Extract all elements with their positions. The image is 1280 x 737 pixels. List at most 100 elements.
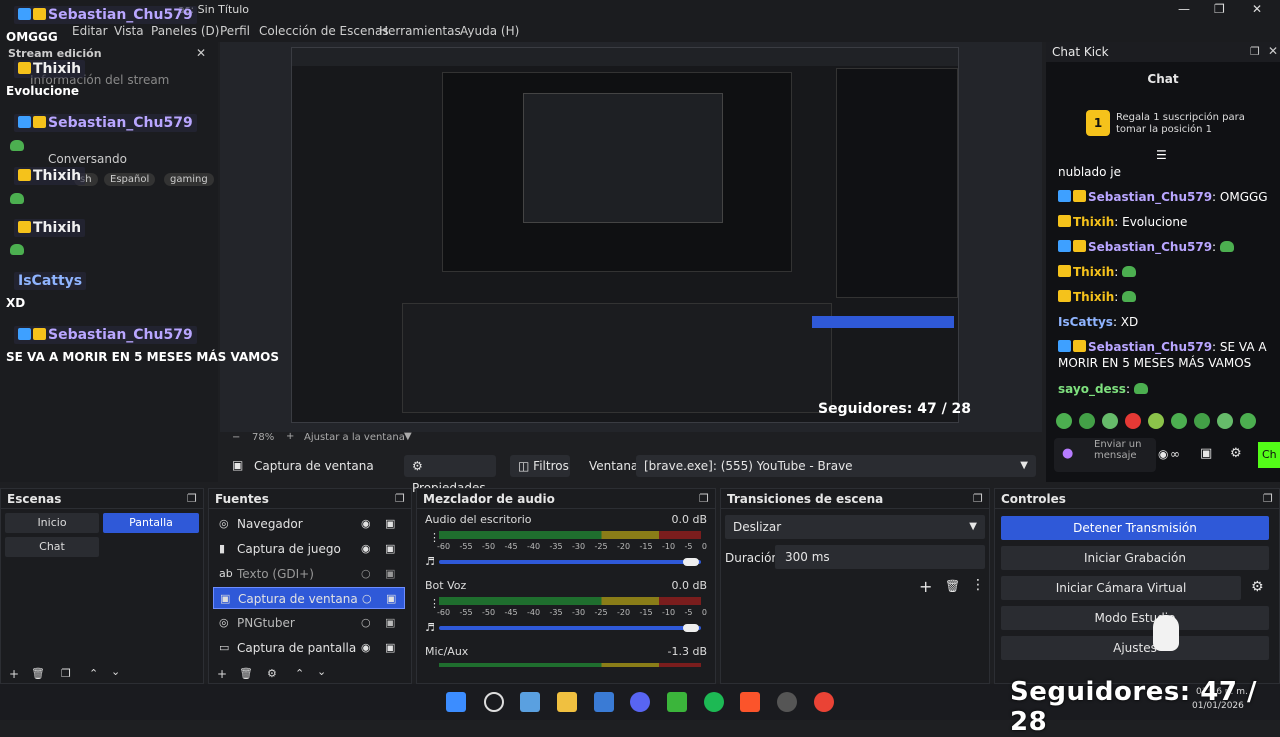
trash-icon[interactable]: 🗑 [31, 667, 45, 680]
emote-icon[interactable] [1148, 413, 1164, 429]
emote-icon[interactable] [1079, 413, 1095, 429]
studio-mode-button[interactable]: Modo Estudio [1001, 606, 1269, 630]
stop-streaming-button[interactable]: Detener Transmisión [1001, 516, 1269, 540]
send-button[interactable]: Ch [1258, 442, 1280, 468]
scenes-title: Escenas [1, 489, 203, 509]
meter-ticks: -60 -55 -50 -45 -40 -35 -30 -25 -20 -15 -10 -5 0 [437, 542, 707, 551]
float-icon[interactable]: ❐ [973, 492, 983, 505]
chevron-down-icon[interactable]: ⌄ [317, 665, 326, 678]
float-icon[interactable]: ❐ [699, 492, 709, 505]
chevron-up-icon[interactable]: ⌃ [295, 667, 304, 680]
chevron-down-icon[interactable]: ⌄ [111, 665, 120, 678]
window-select[interactable]: [brave.exe]: (555) YouTube - Brave ▼ [636, 455, 1036, 477]
maximize-icon[interactable]: ❐ [1214, 2, 1225, 16]
start-virtual-camera-button[interactable]: Iniciar Cámara Virtual [1001, 576, 1241, 600]
menu-icon[interactable]: ☰ [1156, 148, 1167, 162]
add-icon[interactable]: + [919, 577, 932, 596]
add-icon[interactable]: + [217, 667, 227, 681]
emote-icon[interactable] [1217, 413, 1233, 429]
close-icon[interactable]: ✕ [1268, 44, 1278, 58]
source-item[interactable]: ab Texto (GDI+) ○ ▣ [213, 563, 405, 585]
mic-icon[interactable]: ● [1062, 446, 1073, 461]
filters-button[interactable]: ◫ Filtros [510, 455, 570, 477]
close-icon[interactable]: ✕ [1252, 2, 1262, 16]
properties-button[interactable]: ⚙ Propiedades [404, 455, 496, 495]
speaker-icon[interactable]: ♬ [425, 555, 435, 568]
float-icon[interactable]: ❐ [1250, 45, 1260, 58]
menu-paneles[interactable]: Paneles (D) [151, 24, 219, 38]
minimize-icon[interactable]: — [1178, 2, 1190, 16]
close-icon[interactable]: ✕ [196, 46, 206, 60]
infinity-icon[interactable]: ∞ [1170, 447, 1180, 461]
menu-herramientas[interactable]: Herramientas [379, 24, 461, 38]
float-icon[interactable]: ❐ [187, 492, 197, 505]
menu-perfil[interactable]: Perfil [220, 24, 250, 38]
minecraft-icon[interactable] [667, 692, 687, 712]
gift-text[interactable]: Regala 1 suscripción para tomar la posic… [1116, 112, 1266, 136]
gift-icon[interactable]: ▣ [1200, 446, 1212, 461]
chevron-up-icon[interactable]: ⌃ [89, 667, 98, 680]
volume-slider-knob[interactable] [683, 624, 699, 632]
zoom-in-icon[interactable]: + [286, 431, 294, 442]
float-icon[interactable]: ❐ [1263, 492, 1273, 505]
gear-icon[interactable]: ⚙ [1251, 579, 1264, 595]
brave-icon[interactable] [740, 692, 760, 712]
chrome-icon[interactable] [814, 692, 834, 712]
zoom-out-icon[interactable]: − [232, 432, 240, 443]
lock-icon: ▣ [385, 641, 396, 654]
volume-slider[interactable] [439, 560, 701, 564]
trash-icon[interactable]: 🗑 [239, 667, 253, 680]
frog-emote-icon [1219, 241, 1234, 252]
float-icon[interactable]: ❐ [395, 492, 405, 505]
scene-chat[interactable]: Chat [5, 537, 99, 557]
emote-icon[interactable] [1171, 413, 1187, 429]
emote-icon[interactable] [1102, 413, 1118, 429]
gear-icon[interactable]: ⚙ [1230, 446, 1242, 461]
kebab-icon[interactable]: ⋮ [971, 577, 985, 593]
menu-coleccion[interactable]: Colección de Escenas [259, 24, 389, 38]
lock-icon: ▣ [386, 592, 397, 605]
add-icon[interactable]: + [9, 667, 19, 681]
source-item[interactable]: ▭ Captura de pantalla ◉ ▣ [213, 637, 405, 659]
store-icon[interactable] [594, 692, 614, 712]
gear-icon[interactable]: ⚙ [267, 667, 277, 680]
scene-inicio[interactable]: Inicio [5, 513, 99, 533]
copy-icon[interactable]: ❐ [61, 667, 71, 680]
menu-vista[interactable]: Vista [114, 24, 144, 38]
source-item[interactable]: ◎ PNGtuber ○ ▣ [213, 612, 405, 634]
trash-icon[interactable]: 🗑 [945, 579, 960, 593]
transition-select[interactable]: Deslizar ▼ [725, 515, 985, 539]
windows-start-icon[interactable] [446, 692, 466, 712]
chat-message: IsCattys: XD [1058, 315, 1139, 329]
duration-input[interactable]: 300 ms [775, 545, 985, 569]
chat-input[interactable]: ● Enviar un mensaje [1054, 438, 1156, 472]
spotify-icon[interactable] [704, 692, 724, 712]
search-icon[interactable] [484, 692, 504, 712]
menu-editar[interactable]: Editar [72, 24, 108, 38]
widgets-icon[interactable] [520, 692, 540, 712]
emote-icon[interactable] [1240, 413, 1256, 429]
source-item[interactable]: ▮ Captura de juego ◉ ▣ [213, 538, 405, 560]
volume-slider-knob[interactable] [683, 558, 699, 566]
followers-counter: Seguidores: 47 / 28 [1010, 677, 1257, 737]
source-item[interactable]: ◎ Navegador ◉ ▣ [213, 513, 405, 535]
eye-off-icon: ○ [362, 592, 372, 605]
source-toolbar: ▣ Captura de ventana ⚙ Propiedades ◫ Fil… [220, 452, 1042, 495]
source-item-selected[interactable]: ▣ Captura de ventana ○ ▣ [213, 587, 405, 609]
globe-icon: ◎ [219, 616, 229, 629]
users-icon[interactable]: ◉ [1158, 447, 1168, 461]
start-recording-button[interactable]: Iniciar Grabación [1001, 546, 1269, 570]
volume-slider[interactable] [439, 626, 701, 630]
discord-icon[interactable] [630, 692, 650, 712]
speaker-icon[interactable]: ♬ [425, 621, 435, 634]
emote-icon[interactable] [1056, 413, 1072, 429]
menu-ayuda[interactable]: Ayuda (H) [460, 24, 519, 38]
settings-button[interactable]: Ajustes [1001, 636, 1269, 660]
scene-pantalla[interactable]: Pantalla [103, 513, 199, 533]
emote-icon[interactable] [1194, 413, 1210, 429]
folder-icon[interactable] [557, 692, 577, 712]
emote-icon[interactable] [1125, 413, 1141, 429]
fit-window-label[interactable]: Ajustar a la ventana [304, 432, 405, 443]
chevron-down-icon[interactable]: ▼ [404, 431, 412, 442]
obs-icon[interactable] [777, 692, 797, 712]
